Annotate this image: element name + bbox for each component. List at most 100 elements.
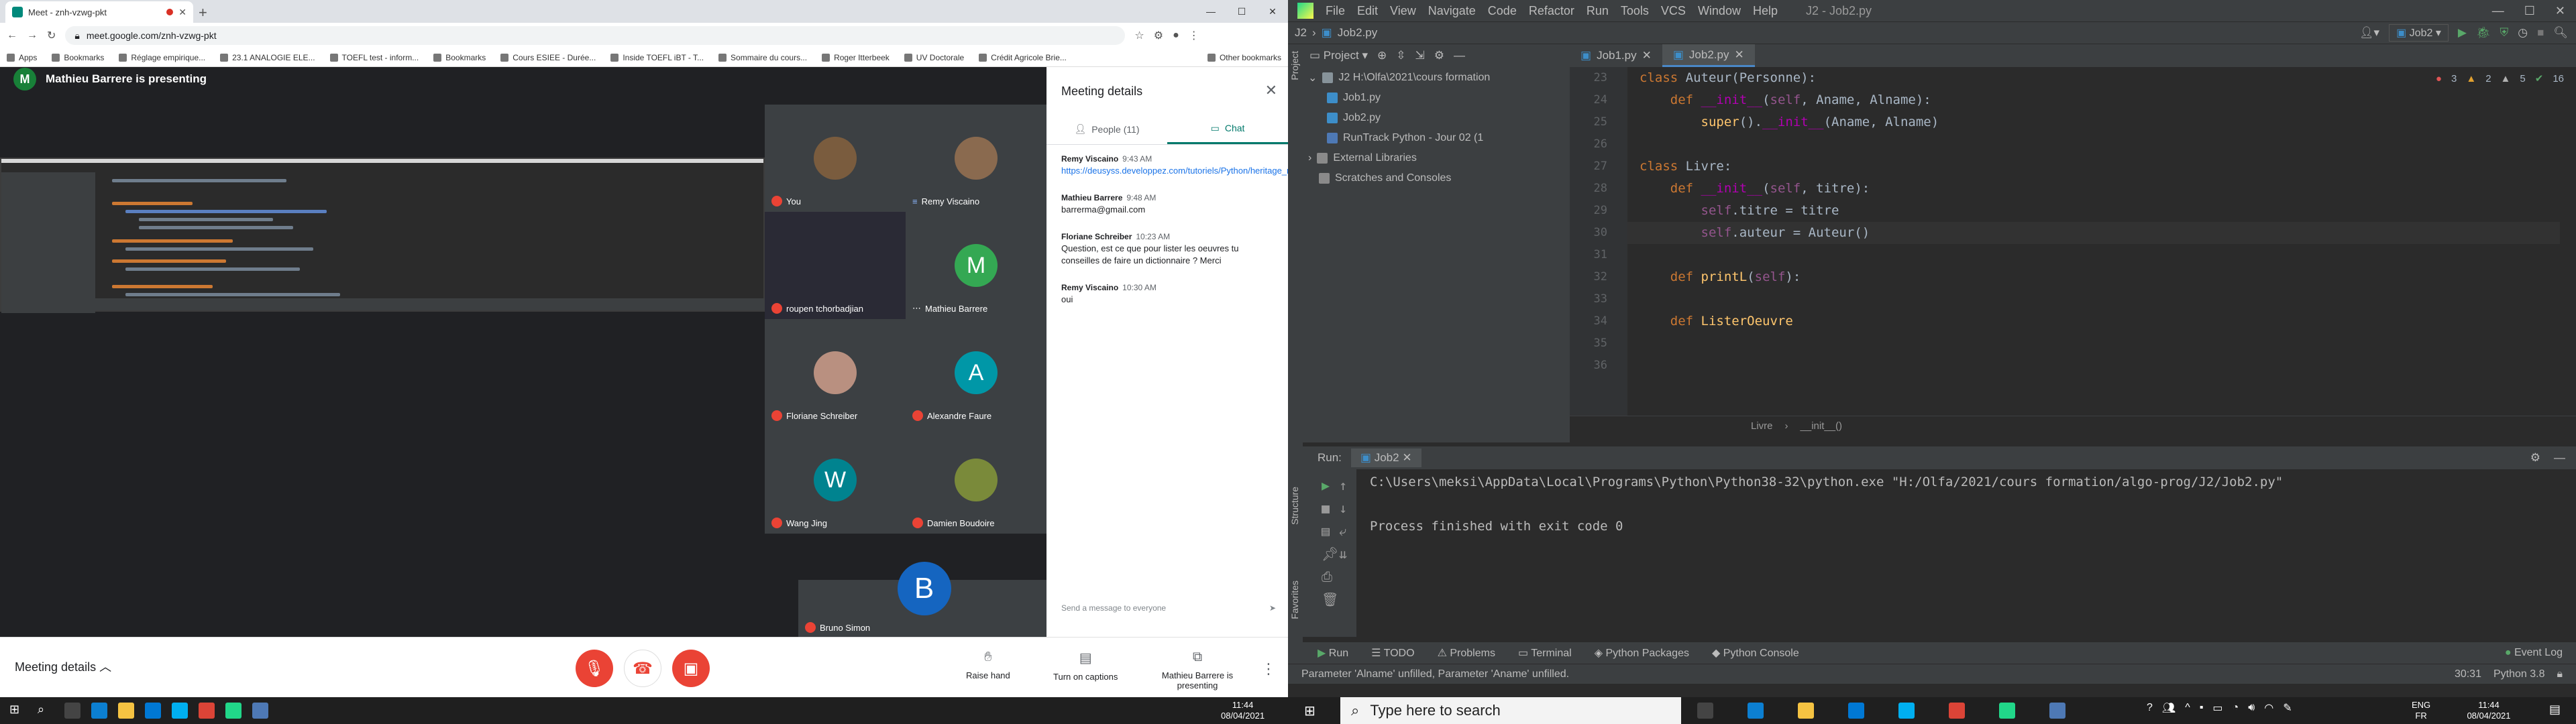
windows-start-icon[interactable]: ⊞ <box>9 703 19 717</box>
forward-icon[interactable]: → <box>27 29 38 42</box>
terminal-tool-button[interactable]: ▭ Terminal <box>1518 646 1572 660</box>
star-icon[interactable]: ☆ <box>1134 29 1144 42</box>
close-icon[interactable]: ✕ <box>1257 0 1288 23</box>
scroll-up-icon[interactable]: ↑ <box>1339 477 1347 493</box>
tree-item-file[interactable]: Job1.py <box>1327 88 1381 107</box>
pin-icon[interactable]: 📌︎ <box>1322 546 1338 562</box>
new-tab-button[interactable]: + <box>199 4 207 21</box>
menu-edit[interactable]: Edit <box>1357 4 1378 18</box>
present-button[interactable]: ⧉ Mathieu Barrere is presenting <box>1154 650 1241 690</box>
skype-icon[interactable] <box>172 703 188 719</box>
hide-icon[interactable]: — <box>1454 49 1465 62</box>
collapse-all-icon[interactable]: ⇲ <box>1415 49 1424 62</box>
mini-clock[interactable]: 11:44 08/04/2021 <box>1221 700 1265 721</box>
edge-icon[interactable] <box>91 703 107 719</box>
breadcrumb-method[interactable]: __init__() <box>1801 420 1843 432</box>
profile-avatar[interactable]: ● <box>1173 29 1179 42</box>
code-editor[interactable]: 23 24 25 26 27 28 29 30 31 32 33 34 35 36 class Auteu… <box>1570 67 2576 416</box>
run-console[interactable]: C:\Users\meksi\AppData\Local\Programs\Py… <box>1356 469 2576 637</box>
chat-input[interactable]: Send a message to everyone ➤ <box>1061 603 1276 613</box>
pen-icon[interactable]: ✎ <box>2283 701 2292 715</box>
maximize-icon[interactable]: ☐ <box>1226 0 1257 23</box>
expand-all-icon[interactable]: ⇳ <box>1396 49 1405 62</box>
nav-file[interactable]: Job2.py <box>1338 26 1378 40</box>
run-tab-job2[interactable]: ▣ Job2 ✕ <box>1350 448 1421 467</box>
mic-toggle-button[interactable]: 🎙︎ <box>576 650 613 687</box>
tab-chat[interactable]: ▭ Chat <box>1167 114 1288 144</box>
mail-icon[interactable] <box>145 703 161 719</box>
user-icon[interactable]: 👤︎▾ <box>2359 26 2379 40</box>
tree-item-scratches[interactable]: Scratches and Consoles <box>1319 169 1451 188</box>
code-line[interactable]: def ListerOeuvre <box>1640 310 1793 333</box>
other-bookmarks[interactable]: Other bookmarks <box>1207 53 1281 62</box>
menu-run[interactable]: Run <box>1587 4 1609 18</box>
wifi-icon[interactable]: ◠ <box>2264 701 2273 715</box>
network-icon[interactable]: ◔ <box>2233 702 2239 714</box>
reload-icon[interactable]: ↻ <box>47 29 56 42</box>
skype-icon[interactable] <box>1898 703 1915 719</box>
tree-item-file[interactable]: Job2.py <box>1327 109 1381 127</box>
trash-icon[interactable]: 🗑︎ <box>1322 591 1338 607</box>
bookmark-item[interactable]: Apps <box>7 53 37 62</box>
stop-icon[interactable]: ■ <box>1322 500 1330 516</box>
code-line[interactable]: def __init__(self, Aname, Alname): <box>1640 89 1931 111</box>
print-icon[interactable]: ⎙ <box>1322 568 1332 585</box>
project-view-select[interactable]: ▭ Project ▾ <box>1309 49 1368 62</box>
bookmark-item[interactable]: TOEFL test - inform... <box>329 53 419 62</box>
tree-item-root[interactable]: ⌄ J2 H:\Olfa\2021\cours formation <box>1308 68 1490 87</box>
menu-view[interactable]: View <box>1390 4 1416 18</box>
meeting-details-button[interactable]: Meeting details ︿ <box>15 658 111 675</box>
raise-hand-button[interactable]: ✋︎ Raise hand <box>966 650 1010 680</box>
participant-tile[interactable]: ≡ Remy Viscaino <box>906 105 1046 212</box>
tab-meet[interactable]: Meet - znh-vzwg-pkt ✕ <box>5 1 193 23</box>
run-icon[interactable]: ▶ <box>2458 26 2467 40</box>
code-line[interactable]: super().__init__(Aname, Alname) <box>1640 111 1939 133</box>
minimize-icon[interactable]: — <box>1195 0 1226 23</box>
help-icon[interactable]: ? <box>2147 702 2153 714</box>
bookmark-item[interactable]: Inside TOEFL iBT - T... <box>610 53 704 62</box>
interpreter[interactable]: Python 3.8 <box>2493 668 2545 680</box>
packages-tool-button[interactable]: ◈ Python Packages <box>1595 646 1689 660</box>
nav-project[interactable]: J2 <box>1295 26 1307 40</box>
locate-icon[interactable]: ⊕ <box>1377 49 1387 62</box>
chrome-icon[interactable] <box>199 703 215 719</box>
gear-icon[interactable]: ⚙ <box>1434 49 1444 62</box>
code-line[interactable]: class Auteur(Personne): <box>1640 67 1816 89</box>
clock[interactable]: 11:44 08/04/2021 <box>2452 700 2526 721</box>
notifications-icon[interactable]: ▤ <box>2549 703 2561 717</box>
pycharm-icon[interactable] <box>225 703 241 719</box>
taskbar-search[interactable]: ⌕ Type here to search <box>1340 697 1681 724</box>
bookmark-item[interactable]: Crédit Agricole Brie... <box>979 53 1067 62</box>
bookmark-item[interactable]: Roger Itterbeek <box>822 53 890 62</box>
close-icon[interactable]: ✕ <box>1734 48 1743 62</box>
chrome-icon[interactable] <box>1949 703 1965 719</box>
code-line[interactable]: self.auteur = Auteur() <box>1627 222 2560 244</box>
soft-wrap-icon[interactable]: ⤶ <box>1339 523 1346 539</box>
menu-navigate[interactable]: Navigate <box>1428 4 1476 18</box>
structure-tool-tab[interactable]: Structure <box>1289 487 1301 525</box>
participant-tile[interactable]: Floriane Schreiber <box>765 319 906 426</box>
tree-item-libraries[interactable]: › External Libraries <box>1308 149 1417 168</box>
edge-icon[interactable] <box>1748 703 1764 719</box>
minimize-icon[interactable]: — <box>2492 4 2504 18</box>
menu-tools[interactable]: Tools <box>1621 4 1649 18</box>
bookmark-item[interactable]: Bookmarks <box>52 53 104 62</box>
run-tool-button[interactable]: ▶ Run <box>1318 646 1348 660</box>
problems-tool-button[interactable]: ⚠ Problems <box>1438 646 1495 660</box>
photos-icon[interactable] <box>2049 703 2065 719</box>
bookmark-item[interactable]: Cours ESIEE - Durée... <box>500 53 596 62</box>
code-line[interactable]: class Livre: <box>1640 156 1731 178</box>
hide-icon[interactable]: — <box>2554 451 2565 465</box>
menu-file[interactable]: File <box>1326 4 1345 18</box>
coverage-icon[interactable]: ⛨ <box>2500 26 2509 40</box>
menu-icon[interactable]: ⋮ <box>1189 29 1199 42</box>
bookmark-item[interactable]: 23.1 ANALOGIE ELE... <box>220 53 315 62</box>
search-icon[interactable]: 🔍︎ <box>2553 26 2568 40</box>
python-console-tool-button[interactable]: ◆ Python Console <box>1712 646 1799 660</box>
scroll-end-icon[interactable]: ⇊ <box>1339 546 1347 562</box>
close-icon[interactable]: ✕ <box>1265 82 1277 99</box>
event-log-button[interactable]: ● Event Log <box>2505 647 2576 659</box>
participant-tile-large[interactable]: B Bruno Simon <box>798 561 1050 637</box>
code-line[interactable]: def printL(self): <box>1640 266 1801 288</box>
tray-app-icon[interactable]: ▪ <box>2200 702 2204 714</box>
